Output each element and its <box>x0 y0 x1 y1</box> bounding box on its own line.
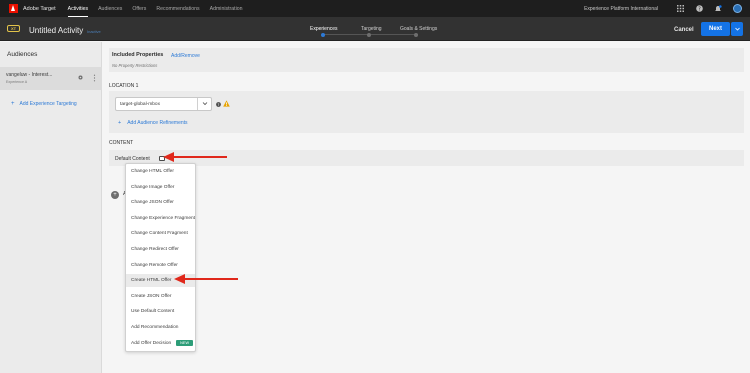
top-navigation: Adobe Target Activities Audiences Offers… <box>0 0 750 17</box>
plus-icon: + <box>118 120 122 126</box>
nav-recommendations[interactable]: Recommendations <box>156 0 199 17</box>
annotation-arrow-icon <box>174 274 238 284</box>
add-experience-targeting-link[interactable]: + Add Experience Targeting <box>11 101 77 107</box>
add-remove-properties-link[interactable]: Add/Remove <box>171 53 200 59</box>
audience-experience: Experience A <box>6 80 28 84</box>
brand-name[interactable]: Adobe Target <box>23 6 56 12</box>
step-targeting[interactable]: Targeting <box>361 26 382 32</box>
audience-card[interactable]: vangeluw - Interest... Experience A <box>0 67 102 90</box>
workflow-steps: Experiences Targeting Goals & Settings <box>0 17 750 41</box>
chevron-down-icon <box>734 27 740 31</box>
chevron-down-icon <box>202 102 208 106</box>
step-dot <box>414 32 418 37</box>
more-vertical-icon[interactable] <box>93 74 96 82</box>
audience-name: vangeluw - Interest... <box>6 72 53 78</box>
location-label: LOCATION 1 <box>109 83 139 89</box>
annotation-arrow-icon <box>163 152 227 162</box>
cancel-button[interactable]: Cancel <box>674 27 694 33</box>
included-properties-panel: Included Properties Add/Remove No Proper… <box>109 48 744 72</box>
menu-item-change-html-offer[interactable]: Change HTML Offer <box>126 165 195 178</box>
step-dot-active <box>321 32 325 37</box>
menu-item-change-json-offer[interactable]: Change JSON Offer <box>126 196 195 209</box>
default-content-label: Default Content <box>115 156 150 162</box>
menu-item-add-recommendation[interactable]: Add Recommendation <box>126 321 195 334</box>
nav-administration[interactable]: Administration <box>210 0 243 17</box>
add-audience-refinements-link[interactable]: + Add Audience Refinements <box>118 120 188 126</box>
gear-icon[interactable] <box>78 75 83 80</box>
svg-text:?: ? <box>698 6 701 12</box>
add-refinements-label: Add Audience Refinements <box>127 120 188 126</box>
menu-item-add-offer-decision[interactable]: Add Offer Decision NEW <box>126 337 195 350</box>
properties-restrictions: No Property Restrictions <box>112 63 158 68</box>
add-experience-targeting-label: Add Experience Targeting <box>19 101 77 107</box>
next-dropdown-button[interactable] <box>731 22 743 36</box>
menu-item-change-image-offer[interactable]: Change Image Offer <box>126 181 195 194</box>
menu-item-create-json-offer[interactable]: Create JSON Offer <box>126 290 195 303</box>
divider <box>197 98 198 110</box>
step-experiences[interactable]: Experiences <box>310 26 338 32</box>
apps-grid-icon[interactable] <box>676 5 684 13</box>
content-label: CONTENT <box>109 140 134 146</box>
next-button[interactable]: Next <box>701 22 730 36</box>
help-icon[interactable]: ? <box>695 5 703 13</box>
audiences-sidebar: Audiences vangeluw - Interest... Experie… <box>0 42 102 373</box>
sidebar-title: Audiences <box>7 51 38 58</box>
mbox-value: target-global-mbox <box>120 102 160 107</box>
notifications-bell-icon[interactable] <box>714 4 722 13</box>
menu-item-label: Add Offer Decision <box>131 340 172 346</box>
new-badge: NEW <box>176 340 194 347</box>
menu-item-change-remote-offer[interactable]: Change Remote Offer <box>126 259 195 272</box>
step-goals-settings[interactable]: Goals & Settings <box>400 26 437 32</box>
activity-header: XT Untitled Activity Inactive Experience… <box>0 17 750 41</box>
menu-item-change-content-fragment[interactable]: Change Content Fragment <box>126 227 195 240</box>
nav-activities[interactable]: Activities <box>67 0 89 17</box>
menu-item-change-experience-fragment[interactable]: Change Experience Fragment <box>126 212 195 225</box>
user-avatar[interactable] <box>733 4 742 13</box>
content-options-menu: Change HTML Offer Change Image Offer Cha… <box>125 163 196 352</box>
properties-title: Included Properties <box>112 52 164 58</box>
menu-item-change-redirect-offer[interactable]: Change Redirect Offer <box>126 243 195 256</box>
warning-icon[interactable] <box>223 100 230 107</box>
mbox-select[interactable]: target-global-mbox <box>115 97 212 111</box>
step-dot <box>367 32 371 37</box>
plus-icon: + <box>11 101 15 107</box>
nav-audiences[interactable]: Audiences <box>98 0 122 17</box>
menu-item-use-default-content[interactable]: Use Default Content <box>126 305 195 318</box>
nav-offers[interactable]: Offers <box>132 0 146 17</box>
org-switcher[interactable]: Experience Platform International <box>584 6 658 12</box>
location-panel: target-global-mbox ? + Add Audience Refi… <box>109 91 744 133</box>
svg-text:?: ? <box>218 103 220 107</box>
main-panel: Included Properties Add/Remove No Proper… <box>103 42 750 373</box>
add-location-icon[interactable]: + <box>111 191 119 199</box>
adobe-logo-icon[interactable] <box>9 4 18 13</box>
help-icon[interactable]: ? <box>216 102 221 107</box>
